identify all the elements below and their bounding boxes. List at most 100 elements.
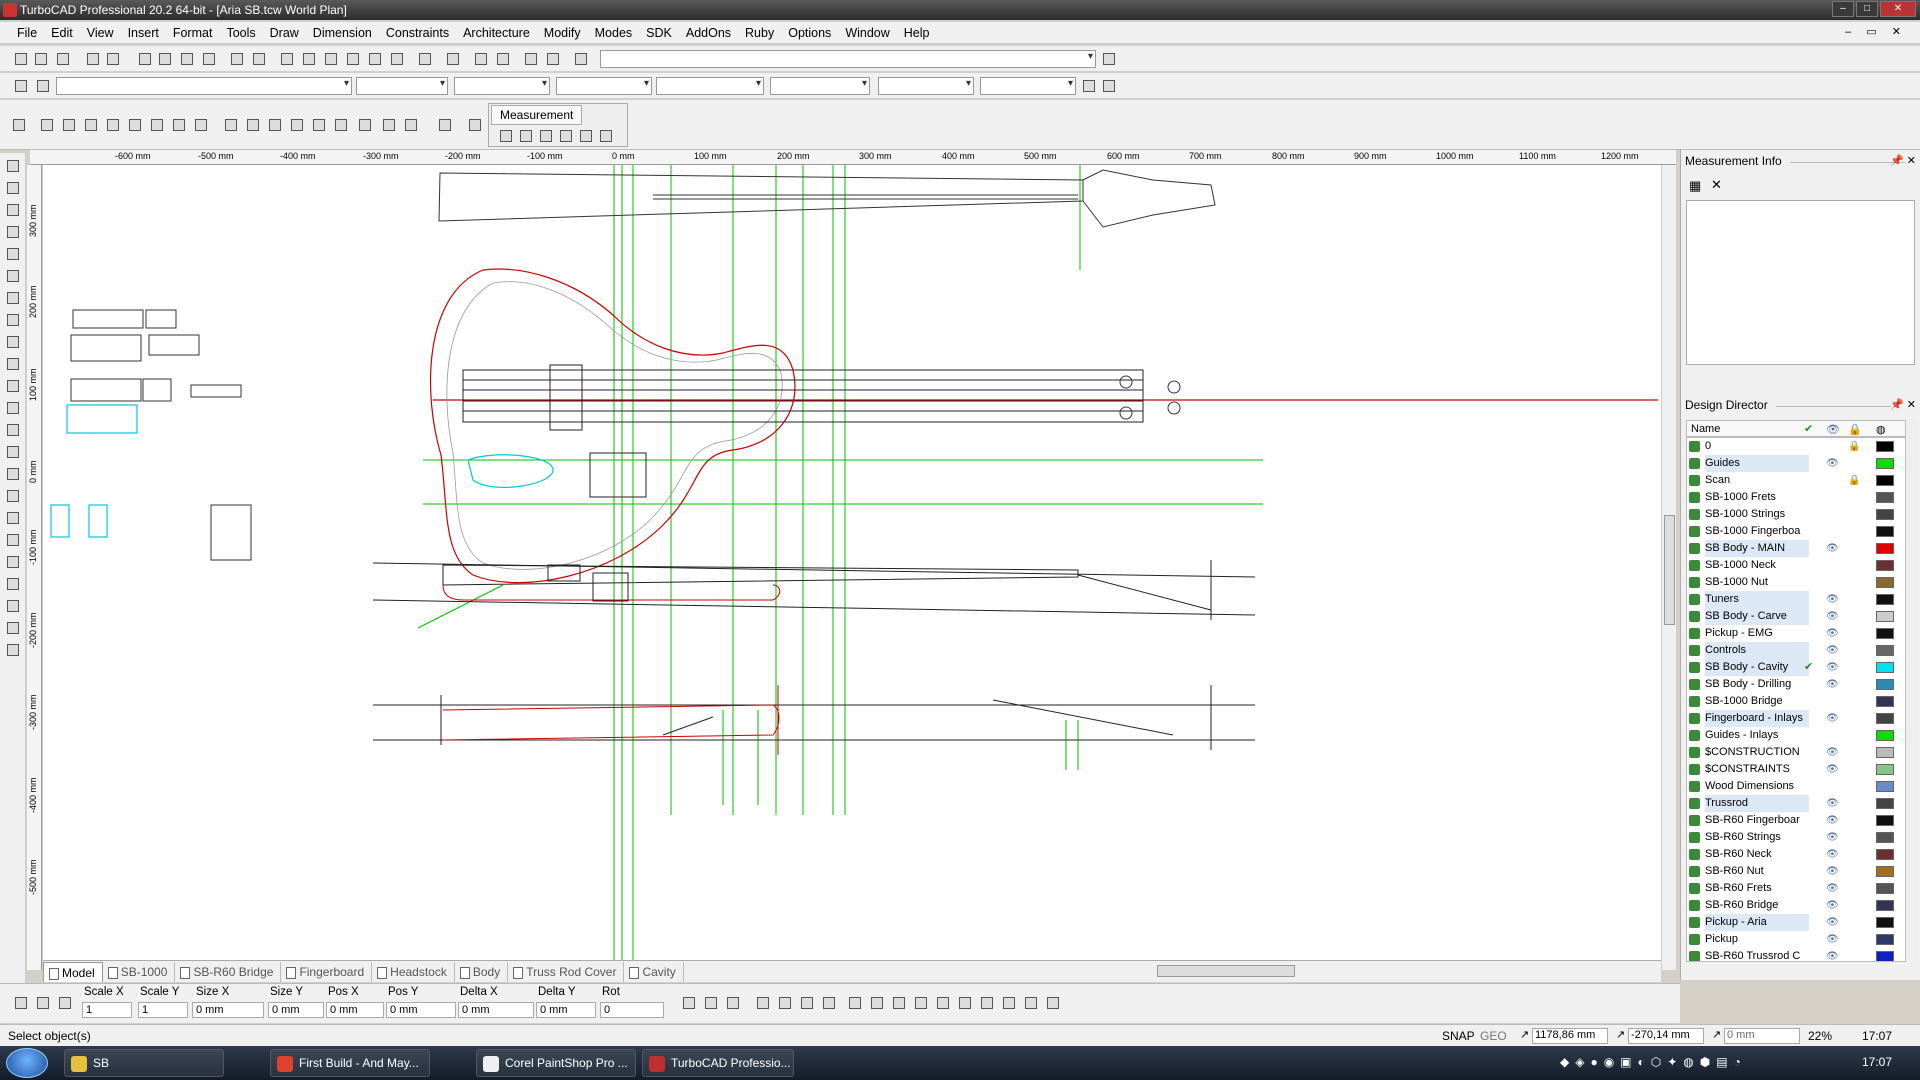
zoom-out-icon[interactable] bbox=[300, 50, 318, 68]
lock-icon[interactable]: 🔒 bbox=[1848, 472, 1860, 489]
mirror-icon[interactable] bbox=[846, 994, 864, 1012]
layer-row[interactable]: Pickup - EMG 👁 bbox=[1687, 625, 1905, 642]
layer-color-swatch[interactable] bbox=[1876, 696, 1894, 707]
sphere-3d-tool-icon[interactable] bbox=[4, 421, 22, 439]
menu-modify[interactable]: Modify bbox=[537, 26, 588, 40]
match-properties-icon[interactable] bbox=[1080, 77, 1098, 95]
view-icon[interactable] bbox=[522, 50, 540, 68]
layer-color-swatch[interactable] bbox=[1876, 628, 1894, 639]
drawing-canvas[interactable] bbox=[43, 165, 1661, 970]
image-tool-icon[interactable] bbox=[4, 641, 22, 659]
scale-y-field[interactable]: 1 bbox=[138, 1002, 188, 1018]
layer-row[interactable]: Controls 👁 bbox=[1687, 642, 1905, 659]
layer-combo[interactable] bbox=[56, 77, 352, 95]
trim-icon[interactable] bbox=[1000, 994, 1018, 1012]
visible-eye-icon[interactable]: 👁 bbox=[1826, 829, 1839, 846]
help-pointer-icon[interactable] bbox=[1100, 50, 1118, 68]
taskbar-item[interactable]: Corel PaintShop Pro ... bbox=[476, 1049, 636, 1077]
curve-tool-icon[interactable] bbox=[4, 289, 22, 307]
maximize-button[interactable]: □ bbox=[1856, 1, 1878, 17]
layer-color-swatch[interactable] bbox=[1876, 679, 1894, 690]
local-menu-icon[interactable] bbox=[680, 994, 698, 1012]
taskbar-item[interactable]: TurboCAD Professio... bbox=[642, 1049, 794, 1077]
snap-grid-icon[interactable] bbox=[192, 116, 210, 134]
open-file-icon[interactable] bbox=[32, 50, 50, 68]
menu-modes[interactable]: Modes bbox=[588, 26, 640, 40]
layer-color-swatch[interactable] bbox=[1876, 951, 1894, 961]
boolean-tool-icon[interactable] bbox=[4, 531, 22, 549]
zoom-in-icon[interactable] bbox=[278, 50, 296, 68]
layer-color-swatch[interactable] bbox=[1876, 492, 1894, 503]
layer-icon[interactable] bbox=[472, 50, 490, 68]
visible-eye-icon[interactable]: 👁 bbox=[1826, 642, 1839, 659]
cylinder-3d-tool-icon[interactable] bbox=[4, 443, 22, 461]
layer-color-swatch[interactable] bbox=[1876, 764, 1894, 775]
menu-ruby[interactable]: Ruby bbox=[738, 26, 781, 40]
copy-icon[interactable] bbox=[156, 50, 174, 68]
group-icon[interactable] bbox=[934, 994, 952, 1012]
start-button[interactable] bbox=[6, 1048, 48, 1078]
snap-quadrant-icon[interactable] bbox=[104, 116, 122, 134]
layer-color-swatch[interactable] bbox=[1876, 577, 1894, 588]
canvas-horizontal-scroll-thumb[interactable] bbox=[1157, 965, 1295, 977]
zoom-page-icon[interactable] bbox=[366, 50, 384, 68]
layer-color-swatch[interactable] bbox=[1876, 900, 1894, 911]
menu-draw[interactable]: Draw bbox=[263, 26, 306, 40]
align-icon[interactable] bbox=[890, 994, 908, 1012]
layer-row[interactable]: $CONSTRAINTS 👁 bbox=[1687, 761, 1905, 778]
layer-row[interactable]: SB-1000 Nut bbox=[1687, 574, 1905, 591]
cancel-icon[interactable] bbox=[34, 994, 52, 1012]
z-coordinate-field[interactable]: 0 mm bbox=[1724, 1028, 1800, 1044]
tab-sb-1000[interactable]: SB-1000 bbox=[103, 961, 176, 982]
explode-icon[interactable] bbox=[956, 994, 974, 1012]
zoom-window-icon[interactable] bbox=[322, 50, 340, 68]
workplane-icon[interactable] bbox=[544, 50, 562, 68]
zoom-extents-icon[interactable] bbox=[344, 50, 362, 68]
layer-color-swatch[interactable] bbox=[1876, 611, 1894, 622]
material-icon[interactable] bbox=[1100, 77, 1118, 95]
close-button[interactable]: ✕ bbox=[1880, 1, 1916, 17]
print-preview-icon[interactable] bbox=[104, 50, 122, 68]
grid-icon[interactable] bbox=[444, 50, 462, 68]
tab-cavity[interactable]: Cavity bbox=[624, 961, 684, 982]
layer-row[interactable]: SB-R60 Fingerboar 👁 bbox=[1687, 812, 1905, 829]
redo-icon[interactable] bbox=[250, 50, 268, 68]
layer-color-swatch[interactable] bbox=[1876, 934, 1894, 945]
layer-row[interactable]: SB Body - Drilling 👁 bbox=[1687, 676, 1905, 693]
drag-handle-icon[interactable] bbox=[466, 116, 484, 134]
brush-combo[interactable] bbox=[656, 77, 764, 95]
snap-magnet-icon[interactable] bbox=[356, 116, 374, 134]
design-director-pin-close[interactable]: 📌 ✕ bbox=[1890, 398, 1916, 411]
layer-color-swatch[interactable] bbox=[1876, 560, 1894, 571]
layer-color-swatch[interactable] bbox=[1876, 526, 1894, 537]
pos-x-field[interactable]: 0 mm bbox=[326, 1002, 384, 1018]
visible-eye-icon[interactable]: 👁 bbox=[1826, 540, 1839, 557]
turbocad-app-icon[interactable] bbox=[3, 3, 17, 17]
visible-eye-icon[interactable]: 👁 bbox=[1826, 931, 1839, 948]
canvas-vertical-scrollbar[interactable] bbox=[1661, 165, 1676, 970]
pan-icon[interactable] bbox=[388, 50, 406, 68]
visible-eye-icon[interactable]: 👁 bbox=[1826, 948, 1839, 961]
new-file-icon[interactable] bbox=[12, 50, 30, 68]
layer-color-swatch[interactable] bbox=[1876, 849, 1894, 860]
visible-eye-icon[interactable]: 👁 bbox=[1826, 710, 1839, 727]
layer-row[interactable]: SB-1000 Frets bbox=[1687, 489, 1905, 506]
visible-eye-icon[interactable]: 👁 bbox=[1826, 914, 1839, 931]
current-layer-column-icon[interactable]: ✔ bbox=[1804, 422, 1813, 435]
layer-row[interactable]: SB Body - Carve 👁 bbox=[1687, 608, 1905, 625]
snap-center-icon[interactable] bbox=[82, 116, 100, 134]
snap-nearest-icon[interactable] bbox=[266, 116, 284, 134]
pen-style-combo[interactable] bbox=[454, 77, 550, 95]
measure-distance-icon[interactable] bbox=[497, 127, 515, 145]
lock-icon[interactable]: 🔒 bbox=[1848, 438, 1860, 455]
menu-file[interactable]: File bbox=[10, 26, 44, 40]
layer-color-swatch[interactable] bbox=[1876, 543, 1894, 554]
transform-tool-icon[interactable] bbox=[4, 509, 22, 527]
visible-eye-icon[interactable]: 👁 bbox=[1826, 761, 1839, 778]
layer-row[interactable]: SB-R60 Nut 👁 bbox=[1687, 863, 1905, 880]
rotation-field[interactable]: 0 bbox=[600, 1002, 664, 1018]
tab-truss-rod-cover[interactable]: Truss Rod Cover bbox=[508, 961, 625, 982]
layer-row[interactable]: SB-R60 Neck 👁 bbox=[1687, 846, 1905, 863]
layer-row[interactable]: Tuners 👁 bbox=[1687, 591, 1905, 608]
lock-column-icon[interactable]: 🔒 bbox=[1848, 423, 1862, 436]
